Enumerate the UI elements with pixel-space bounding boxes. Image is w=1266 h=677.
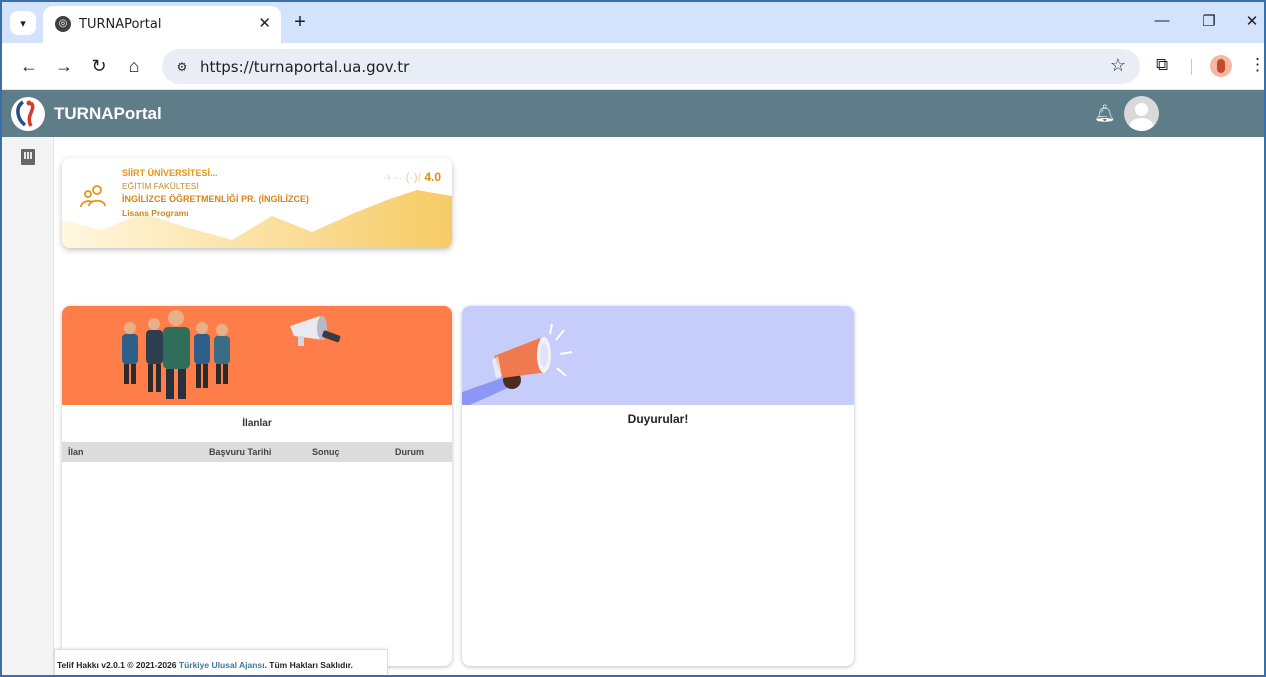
copyright-suffix: . Tüm Hakları Saklıdır. [264, 660, 353, 670]
duyurular-title: Duyurular! [627, 412, 689, 426]
browser-window: ▾ ◎ TURNAPortal ✕ + — ❐ ✕ ← → ↻ ⌂ ⚙ http… [0, 0, 1266, 677]
close-window-icon[interactable]: ✕ [1237, 12, 1264, 30]
program-card[interactable]: SİİRT ÜNİVERSİTESİ... EĞİTİM FAKÜLTESİ İ… [62, 158, 452, 248]
browser-toolbar: ← → ↻ ⌂ ⚙ https://turnaportal.ua.gov.tr … [2, 43, 1264, 90]
faculty-name: EĞİTİM FAKÜLTESİ [122, 181, 199, 191]
profile-extension-icon[interactable] [1210, 55, 1232, 77]
sidebar [2, 137, 54, 675]
department-name: İNGİLİZCE ÖĞRETMENLİĞİ PR. (İNGİLİZCE) [122, 194, 309, 204]
turna-logo-icon[interactable] [11, 97, 45, 131]
arrow-left-icon[interactable]: ← [17, 55, 41, 77]
close-icon[interactable]: ✕ [258, 14, 271, 32]
restore-icon[interactable]: ❐ [1194, 12, 1224, 30]
program-level: Lisans Programı [122, 208, 189, 218]
copyright-prefix: Telif Hakkı v2.0.1 © 2021-2026 [57, 660, 179, 670]
app-title[interactable]: TURNAPortal [54, 104, 162, 124]
column-header-durum[interactable]: Durum [395, 447, 424, 457]
avatar[interactable] [1124, 96, 1159, 131]
ilanlar-card: İlanlar İlan Başvuru Tarihi Sonuç Durum [62, 306, 452, 666]
star-icon[interactable]: ☆ [1110, 55, 1126, 76]
column-header-ilan[interactable]: İlan [68, 447, 84, 457]
minimize-icon[interactable]: — [1147, 12, 1177, 29]
duyurular-card: Duyurular! [462, 306, 854, 666]
column-header-sonuc[interactable]: Sonuç [312, 447, 340, 457]
ilanlar-table-header: İlan Başvuru Tarihi Sonuç Durum [62, 442, 452, 462]
copyright-text: Telif Hakkı v2.0.1 © 2021-2026 Türkiye U… [57, 660, 353, 670]
tab-strip: ▾ ◎ TURNAPortal ✕ + — ❐ ✕ [2, 2, 1264, 43]
university-name: SİİRT ÜNİVERSİTESİ... [122, 168, 218, 178]
megaphone-illustration [462, 323, 573, 405]
building-icon[interactable] [21, 149, 35, 165]
reload-icon[interactable]: ↻ [87, 55, 111, 77]
gpa-max: 4.0 [424, 170, 441, 184]
people-crowd-illustration [122, 310, 341, 399]
address-bar[interactable]: ⚙ https://turnaportal.ua.gov.tr ☆ [162, 49, 1140, 84]
bell-icon[interactable]: 🔔︎ [1094, 104, 1116, 124]
arrow-right-icon[interactable]: → [52, 55, 76, 77]
puzzle-icon[interactable]: ⧉ [1156, 55, 1168, 75]
ilanlar-banner [62, 306, 452, 405]
browser-tab[interactable]: ◎ TURNAPortal ✕ [43, 6, 281, 43]
duyurular-banner [462, 306, 854, 405]
footer-link-ulusal-ajans[interactable]: Türkiye Ulusal Ajansı [179, 660, 265, 670]
toolbar-separator [1191, 59, 1192, 75]
gpa-obscured: ·› ·· (·)/ [382, 170, 421, 184]
url-text[interactable]: https://turnaportal.ua.gov.tr [200, 58, 409, 76]
more-vert-icon[interactable]: ⋮ [1249, 55, 1264, 75]
column-header-basvuru-tarihi[interactable]: Başvuru Tarihi [209, 447, 271, 457]
footer: Telif Hakkı v2.0.1 © 2021-2026 Türkiye U… [54, 649, 388, 675]
plus-icon[interactable]: + [289, 11, 311, 33]
gpa-value: ·› ·· (·)/ 4.0 [383, 170, 441, 184]
tune-icon[interactable]: ⚙ [172, 57, 192, 77]
people-icon [80, 185, 106, 208]
app-header: TURNAPortal 🔔︎ [2, 90, 1264, 137]
globe-icon: ◎ [55, 16, 71, 32]
tab-title: TURNAPortal [79, 17, 162, 32]
home-icon[interactable]: ⌂ [122, 55, 146, 77]
chevron-down-icon[interactable]: ▾ [10, 11, 36, 35]
ilanlar-title: İlanlar [242, 418, 272, 429]
